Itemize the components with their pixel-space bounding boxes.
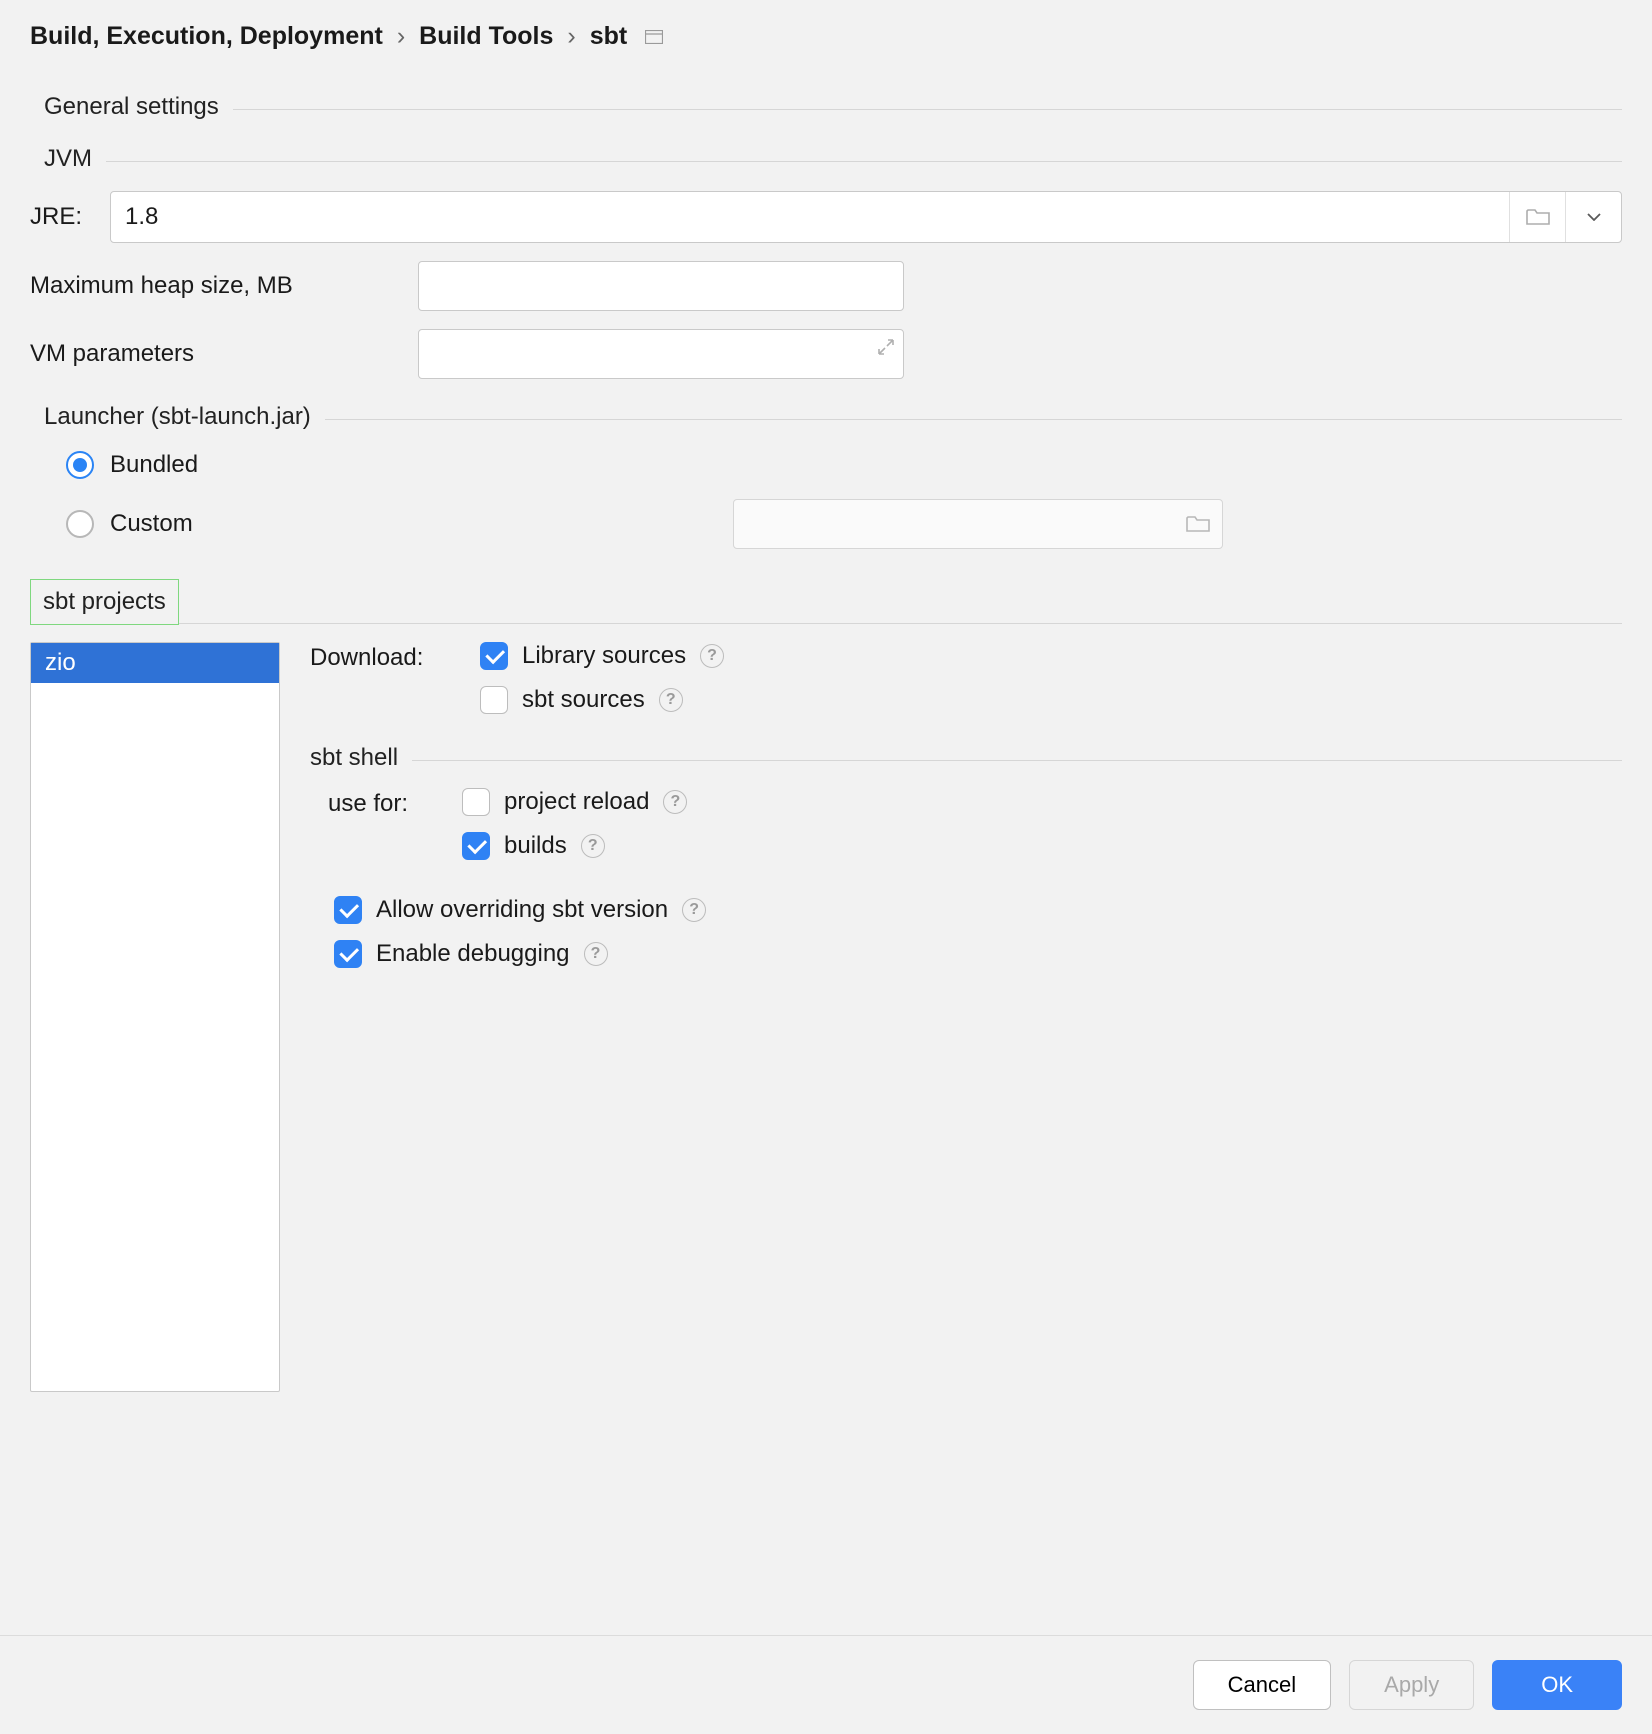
window-icon (645, 30, 663, 44)
project-item-zio[interactable]: zio (31, 643, 279, 683)
checkbox-library-sources[interactable] (480, 642, 508, 670)
jre-browse-button[interactable] (1509, 192, 1565, 242)
breadcrumb: Build, Execution, Deployment › Build Too… (0, 0, 1652, 69)
label-project-reload: project reload (504, 788, 649, 816)
label-allow-override: Allow overriding sbt version (376, 896, 668, 924)
section-jvm: JVM (44, 145, 1622, 173)
section-general: General settings (44, 93, 1622, 121)
help-icon[interactable]: ? (663, 790, 687, 814)
dialog-footer: Cancel Apply OK (0, 1635, 1652, 1734)
folder-icon (1186, 515, 1210, 533)
radio-custom[interactable] (66, 510, 94, 538)
section-launcher-label: Launcher (sbt-launch.jar) (44, 403, 325, 431)
help-icon[interactable]: ? (659, 688, 683, 712)
label-library-sources: Library sources (522, 642, 686, 670)
section-jvm-label: JVM (44, 145, 106, 173)
jre-combo[interactable]: 1.8 (110, 191, 1622, 243)
jre-value: 1.8 (111, 192, 1509, 242)
download-label: Download: (310, 642, 480, 672)
use-for-label: use for: (328, 788, 462, 818)
help-icon[interactable]: ? (581, 834, 605, 858)
chevron-down-icon (1587, 213, 1601, 221)
checkbox-builds[interactable] (462, 832, 490, 860)
breadcrumb-separator-icon: › (397, 22, 405, 51)
checkbox-project-reload[interactable] (462, 788, 490, 816)
vm-params-input[interactable] (418, 329, 904, 379)
heap-input[interactable] (418, 261, 904, 311)
checkbox-enable-debugging[interactable] (334, 940, 362, 968)
help-icon[interactable]: ? (700, 644, 724, 668)
checkbox-sbt-sources[interactable] (480, 686, 508, 714)
label-builds: builds (504, 832, 567, 860)
folder-icon (1526, 208, 1550, 226)
radio-custom-label: Custom (110, 510, 193, 538)
radio-bundled[interactable] (66, 451, 94, 479)
breadcrumb-separator-icon: › (567, 22, 575, 51)
expand-icon[interactable] (877, 338, 895, 356)
sbt-shell-label: sbt shell (310, 744, 412, 772)
breadcrumb-level1[interactable]: Build, Execution, Deployment (30, 22, 383, 51)
apply-button[interactable]: Apply (1349, 1660, 1474, 1710)
help-icon[interactable]: ? (584, 942, 608, 966)
project-list[interactable]: zio (30, 642, 280, 1392)
jre-label: JRE: (30, 203, 110, 231)
ok-button[interactable]: OK (1492, 1660, 1622, 1710)
heap-label: Maximum heap size, MB (30, 272, 418, 300)
section-general-label: General settings (44, 93, 233, 121)
breadcrumb-level3[interactable]: sbt (590, 22, 628, 51)
custom-launcher-path[interactable] (733, 499, 1223, 549)
checkbox-allow-override[interactable] (334, 896, 362, 924)
label-enable-debugging: Enable debugging (376, 940, 570, 968)
cancel-button[interactable]: Cancel (1193, 1660, 1331, 1710)
label-sbt-sources: sbt sources (522, 686, 645, 714)
jre-dropdown-button[interactable] (1565, 192, 1621, 242)
sbt-projects-header: sbt projects (30, 579, 179, 625)
vm-params-label: VM parameters (30, 340, 418, 368)
breadcrumb-level2[interactable]: Build Tools (419, 22, 553, 51)
radio-bundled-label: Bundled (110, 451, 198, 479)
help-icon[interactable]: ? (682, 898, 706, 922)
section-launcher: Launcher (sbt-launch.jar) (44, 403, 1622, 431)
